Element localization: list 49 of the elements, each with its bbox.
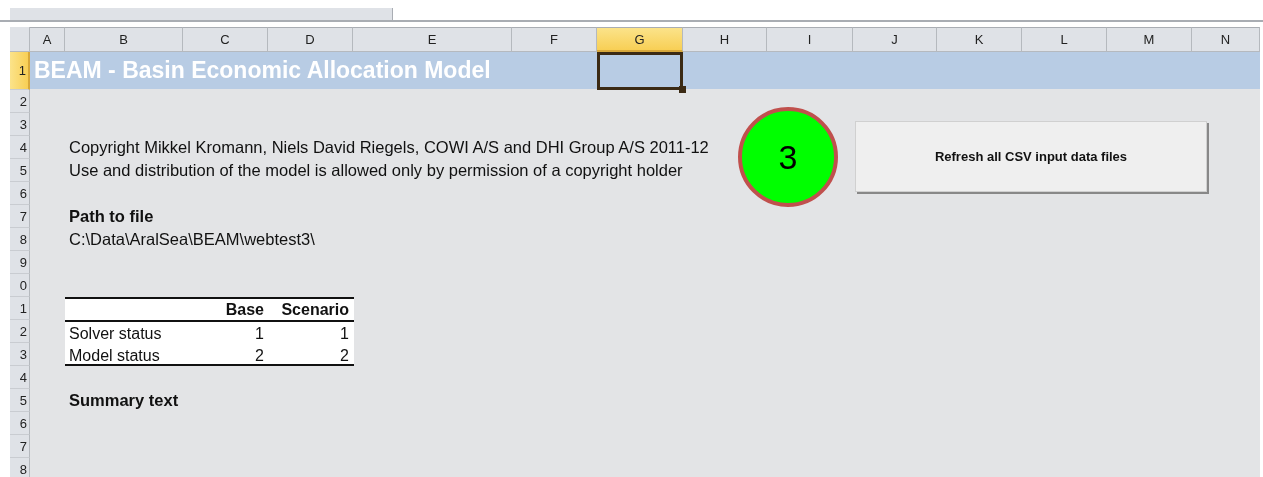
column-header[interactable]: L [1022, 27, 1107, 52]
row-header[interactable]: 3 [10, 343, 30, 366]
row-header[interactable]: 3 [10, 113, 30, 136]
row-header[interactable]: 5 [10, 159, 30, 182]
copyright-text: Copyright Mikkel Kromann, Niels David Riegels, COWI A/S and DHI Group A/S 2011-12 [68, 137, 710, 158]
row-header[interactable]: 6 [10, 412, 30, 435]
path-label: Path to file [68, 206, 155, 227]
column-header[interactable]: I [767, 27, 853, 52]
column-header[interactable]: B [65, 27, 183, 52]
row-header[interactable]: 4 [10, 366, 30, 389]
row-header[interactable]: 7 [10, 205, 30, 228]
path-value: C:\Data\AralSea\BEAM\webtest3\ [68, 229, 316, 250]
column-header[interactable]: H [683, 27, 767, 52]
column-header[interactable]: J [853, 27, 937, 52]
row-header[interactable]: 7 [10, 435, 30, 458]
column-header[interactable]: F [512, 27, 597, 52]
row-header[interactable]: 2 [10, 320, 30, 343]
row-label: Model status [68, 346, 161, 365]
sheet-title: BEAM - Basin Economic Allocation Model [30, 52, 1260, 89]
row-header[interactable]: 6 [10, 182, 30, 205]
copyright-text: Use and distribution of the model is allowed only by permission of a copyright holder [68, 160, 684, 181]
column-heading: Scenario [281, 300, 350, 319]
column-heading: Base [225, 300, 265, 319]
table-cell-text: 1 [340, 324, 350, 343]
column-header[interactable]: D [268, 27, 353, 52]
row-label: Solver status [68, 324, 163, 343]
column-header[interactable]: K [937, 27, 1022, 52]
row-header[interactable]: 2 [10, 90, 30, 113]
column-header[interactable]: G [597, 27, 683, 52]
table-cell-text: 1 [255, 324, 265, 343]
row-header[interactable]: 1 [10, 297, 30, 320]
refresh-button[interactable]: Refresh all CSV input data files [855, 121, 1207, 192]
column-header[interactable]: N [1192, 27, 1260, 52]
row-header[interactable]: 8 [10, 458, 30, 477]
row-header[interactable]: 1 [10, 52, 30, 90]
table-cell-text: 2 [255, 346, 265, 365]
table-cell-text: 2 [340, 346, 350, 365]
row-header[interactable]: 5 [10, 389, 30, 412]
status-badge: 3 [738, 107, 838, 207]
row-header[interactable]: 4 [10, 136, 30, 159]
row-header[interactable]: 8 [10, 228, 30, 251]
column-header[interactable]: E [353, 27, 512, 52]
summary-label: Summary text [68, 390, 180, 411]
column-header[interactable]: C [183, 27, 268, 52]
row-header[interactable]: 9 [10, 251, 30, 274]
selected-cell[interactable] [597, 52, 683, 90]
column-header[interactable]: A [30, 27, 65, 52]
row-header[interactable]: 0 [10, 274, 30, 297]
column-header[interactable]: M [1107, 27, 1192, 52]
